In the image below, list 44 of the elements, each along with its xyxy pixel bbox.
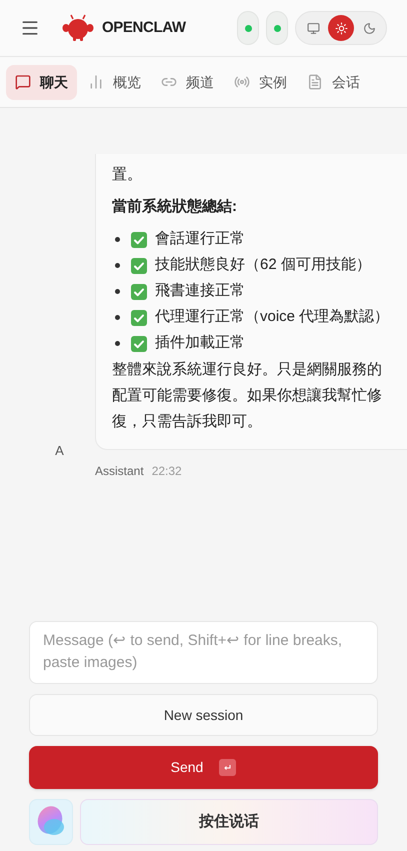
list-item: 飛書連接正常 xyxy=(155,281,245,302)
status-pill[interactable] xyxy=(266,11,288,45)
sender-name: Assistant xyxy=(95,462,144,480)
nav-tab[interactable]: 聊天 xyxy=(6,64,77,100)
logo-icon xyxy=(62,14,94,42)
list-item: 插件加載正常 xyxy=(155,333,245,354)
document-icon xyxy=(307,74,323,90)
new-session-button[interactable]: New session xyxy=(29,694,378,736)
bullet-icon xyxy=(115,289,120,294)
message-input[interactable]: Message (↩ to send, Shift+↩ for line breaks, paste images) xyxy=(29,621,378,684)
nav-tab[interactable]: 概览 xyxy=(79,64,150,100)
checkmark-icon xyxy=(131,258,147,274)
nav-tab[interactable]: 频道 xyxy=(152,64,223,100)
monitor-icon xyxy=(306,22,320,34)
voice-orb-button[interactable] xyxy=(29,799,73,845)
list-item: 技能狀態良好（62 個可用技能） xyxy=(155,255,371,276)
message-heading: 當前系統狀態總結: xyxy=(112,197,238,217)
message-text: 整體來說系統運行良好。只是網關服務的配置可能需要修復。如果你想讓我幫忙修復，只需告訴我即可。 xyxy=(112,360,383,432)
bar-chart-icon xyxy=(88,74,104,90)
list-item: 會話運行正常 xyxy=(155,229,245,250)
message-time: 22:32 xyxy=(152,462,182,480)
hold-to-talk-button[interactable]: 按住说话 xyxy=(80,799,378,845)
bullet-icon xyxy=(115,315,120,320)
bullet-icon xyxy=(115,341,120,346)
send-button[interactable]: Send xyxy=(29,746,378,789)
message-text: 置。 xyxy=(112,165,143,185)
enter-key-icon xyxy=(219,759,236,776)
nav-tab[interactable]: 会话 xyxy=(298,64,369,100)
avatar: A xyxy=(54,442,65,460)
chat-bubble-icon xyxy=(15,74,31,90)
radio-waves-icon xyxy=(234,74,250,90)
checkmark-icon xyxy=(131,310,147,326)
theme-button[interactable] xyxy=(328,15,354,41)
checkmark-icon xyxy=(131,336,147,352)
bullet-icon xyxy=(115,237,120,242)
sun-icon xyxy=(334,22,348,34)
nav-tab[interactable]: 实例 xyxy=(225,64,296,100)
checkmark-icon xyxy=(131,232,147,248)
status-pill[interactable] xyxy=(237,11,259,45)
list-item: 代理運行正常（voice 代理為默認） xyxy=(155,307,390,328)
checkmark-icon xyxy=(131,284,147,300)
moon-icon xyxy=(362,22,376,34)
bullet-icon xyxy=(115,263,120,268)
brand-name: OPENCLAW xyxy=(102,18,186,38)
